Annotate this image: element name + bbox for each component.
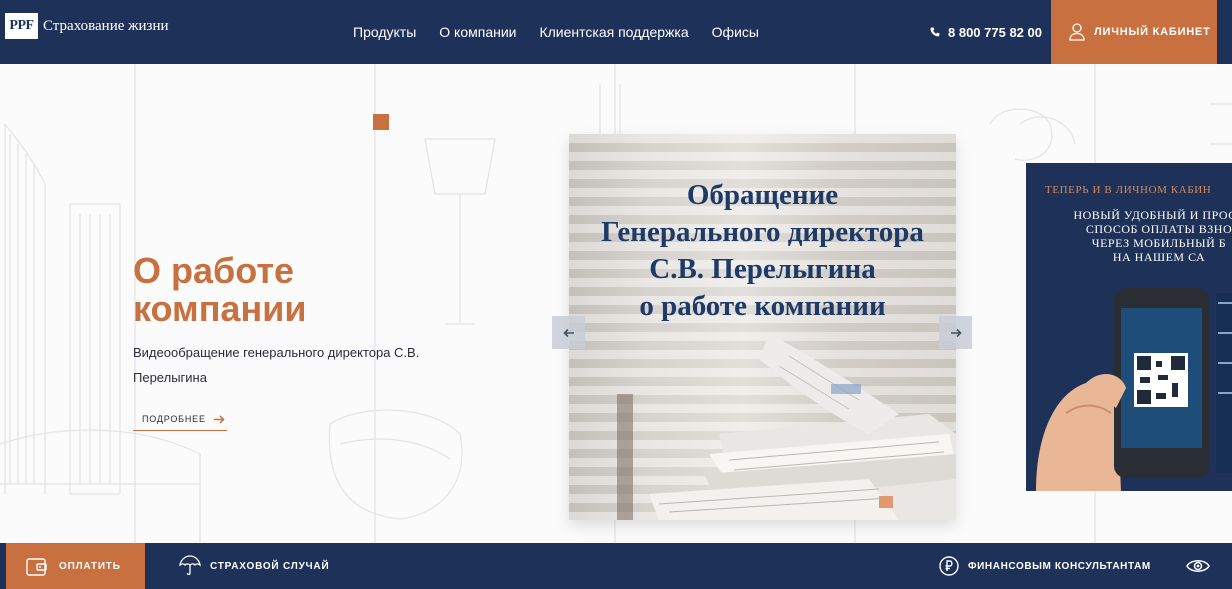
- slide-line-2: Генерального директора: [601, 216, 924, 248]
- personal-account-label: ЛИЧНЫЙ КАБИНЕТ: [1094, 26, 1211, 38]
- ruble-icon: [939, 556, 959, 576]
- hero-section: О работе компании Видеообращение генерал…: [0, 64, 1232, 543]
- promo-text: НОВЫЙ УДОБНЫЙ И ПРОСТ СПОСОБ ОПЛАТЫ ВЗНО…: [1044, 208, 1232, 264]
- hero-title-line1: О работе: [133, 250, 294, 291]
- financial-advisors-link[interactable]: ФИНАНСОВЫМ КОНСУЛЬТАНТАМ: [939, 543, 1151, 589]
- umbrella-icon: [179, 555, 201, 576]
- insured-event-label: СТРАХОВОЙ СЛУЧАЙ: [210, 560, 330, 572]
- promo-title: ТЕПЕРЬ И В ЛИЧНОМ КАБИН: [1045, 184, 1212, 196]
- slider-next-button[interactable]: [939, 316, 972, 349]
- phone-icon: [930, 27, 940, 37]
- phone-link[interactable]: 8 800 775 82 00: [930, 0, 1042, 64]
- hero-title-line2: компании: [133, 288, 307, 329]
- more-label: ПОДРОБНЕЕ: [142, 414, 206, 424]
- slide-ceo-address[interactable]: Обращение Генерального директора С.В. Пе…: [569, 134, 956, 520]
- logo-mark: PPF: [5, 13, 38, 39]
- slide-headline: Обращение Генерального директора С.В. Пе…: [569, 177, 956, 325]
- slider-prev-button[interactable]: [552, 316, 585, 349]
- nav-item-support[interactable]: Клиентская поддержка: [539, 24, 688, 40]
- arrow-left-icon: [562, 328, 574, 337]
- slide-mobile-payment[interactable]: ТЕПЕРЬ И В ЛИЧНОМ КАБИН НОВЫЙ УДОБНЫЙ И …: [1026, 163, 1232, 491]
- promo-line-2: СПОСОБ ОПЛАТЫ ВЗНО: [1085, 222, 1232, 236]
- eye-icon[interactable]: [1186, 557, 1210, 575]
- site-header: PPF Страхование жизни Продукты О компани…: [0, 0, 1232, 64]
- pay-label: ОПЛАТИТЬ: [59, 560, 121, 572]
- insured-event-link[interactable]: СТРАХОВОЙ СЛУЧАЙ: [179, 543, 329, 589]
- arrow-right-icon: [950, 328, 962, 337]
- phone-number: 8 800 775 82 00: [948, 24, 1042, 40]
- bottom-bar: ОПЛАТИТЬ СТРАХОВОЙ СЛУЧАЙ ФИНАНСОВЫМ КОН…: [0, 543, 1232, 589]
- slide-line-1: Обращение: [686, 179, 839, 211]
- user-icon: [1069, 23, 1085, 41]
- arrow-right-icon: [213, 414, 225, 424]
- logo[interactable]: PPF Страхование жизни: [5, 13, 169, 39]
- pay-button[interactable]: ОПЛАТИТЬ: [6, 543, 145, 589]
- main-nav: Продукты О компании Клиентская поддержка…: [353, 0, 782, 64]
- nav-item-offices[interactable]: Офисы: [712, 24, 759, 40]
- financial-advisors-label: ФИНАНСОВЫМ КОНСУЛЬТАНТАМ: [968, 560, 1151, 572]
- promo-line-3: ЧЕРЕЗ МОБИЛЬНЫЙ Б: [1091, 236, 1227, 250]
- accent-square: [373, 114, 389, 130]
- phone-qr-image: [1036, 288, 1232, 491]
- slide-line-3: С.В. Перелыгина: [649, 253, 876, 285]
- more-link[interactable]: ПОДРОБНЕЕ: [133, 408, 227, 431]
- logo-text: Страхование жизни: [43, 17, 169, 34]
- promo-line-4: НА НАШЕМ СА: [1112, 250, 1206, 264]
- nav-item-about[interactable]: О компании: [439, 24, 516, 40]
- personal-account-button[interactable]: ЛИЧНЫЙ КАБИНЕТ: [1051, 0, 1217, 64]
- slide-line-4: о работе компании: [639, 290, 886, 322]
- promo-line-1: НОВЫЙ УДОБНЫЙ И ПРОСТ: [1073, 208, 1232, 222]
- wallet-icon: [26, 557, 47, 576]
- nav-item-products[interactable]: Продукты: [353, 24, 416, 40]
- hero-description: Видеообращение генерального директора С.…: [133, 345, 420, 385]
- hero-title: О работе компании: [133, 252, 453, 328]
